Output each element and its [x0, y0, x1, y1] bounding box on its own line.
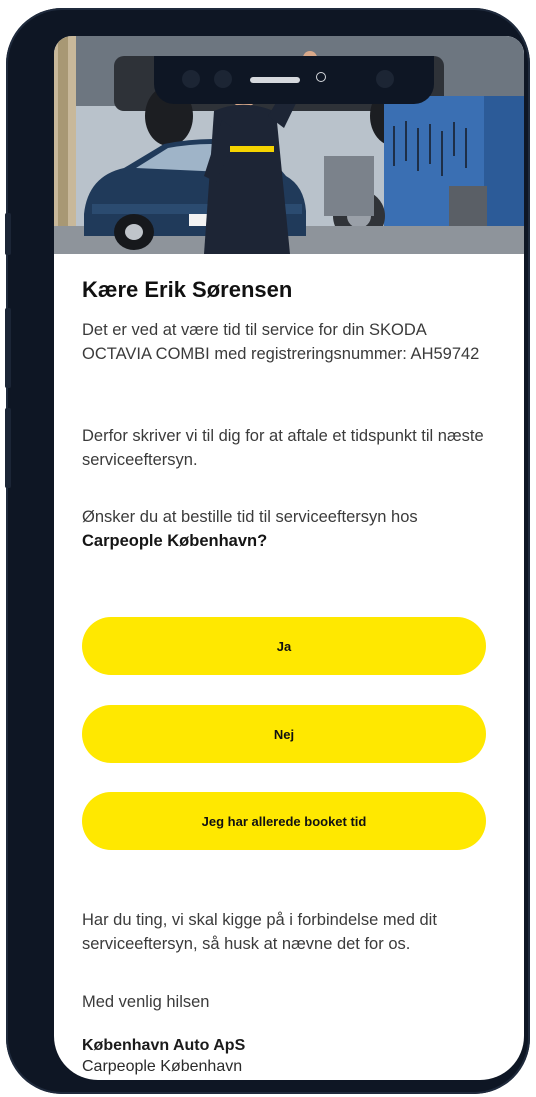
booking-question-paragraph: Ønsker du at bestille tid til serviceeft…	[82, 505, 488, 553]
phone-frame: Kære Erik Sørensen Det er ved at være ti…	[5, 8, 530, 1094]
face-id-sensor-icon	[214, 70, 232, 88]
earpiece-speaker	[250, 77, 300, 83]
no-button[interactable]: Nej	[82, 705, 486, 763]
signature-company: København Auto ApS	[82, 1037, 246, 1054]
phone-side-button-left-3	[5, 408, 11, 488]
phone-side-button-left-2	[5, 308, 11, 388]
booking-question-text: Ønsker du at bestille tid til serviceeft…	[82, 508, 418, 526]
additional-info-paragraph: Har du ting, vi skal kigge på i forbinde…	[82, 911, 437, 953]
phone-side-button-left-1	[5, 213, 11, 255]
closing-text: Med venlig hilsen	[82, 993, 210, 1011]
dot-projector-icon	[376, 70, 394, 88]
service-due-paragraph: Det er ved at være tid til service for d…	[82, 321, 480, 363]
dealer-name-highlight: Carpeople København?	[82, 532, 268, 550]
proximity-sensor-icon	[316, 72, 326, 82]
email-body: Kære Erik Sørensen Det er ved at være ti…	[82, 276, 488, 1075]
yes-button[interactable]: Ja	[82, 617, 486, 675]
phone-screen: Kære Erik Sørensen Det er ved at være ti…	[54, 36, 524, 1080]
appointment-paragraph: Derfor skriver vi til dig for at aftale …	[82, 427, 484, 469]
front-camera-icon	[182, 70, 200, 88]
already-booked-button[interactable]: Jeg har allerede booket tid	[82, 792, 486, 850]
phone-notch	[154, 56, 434, 104]
signature-dealer: Carpeople København	[82, 1058, 243, 1075]
greeting-heading: Kære Erik Sørensen	[82, 277, 293, 302]
